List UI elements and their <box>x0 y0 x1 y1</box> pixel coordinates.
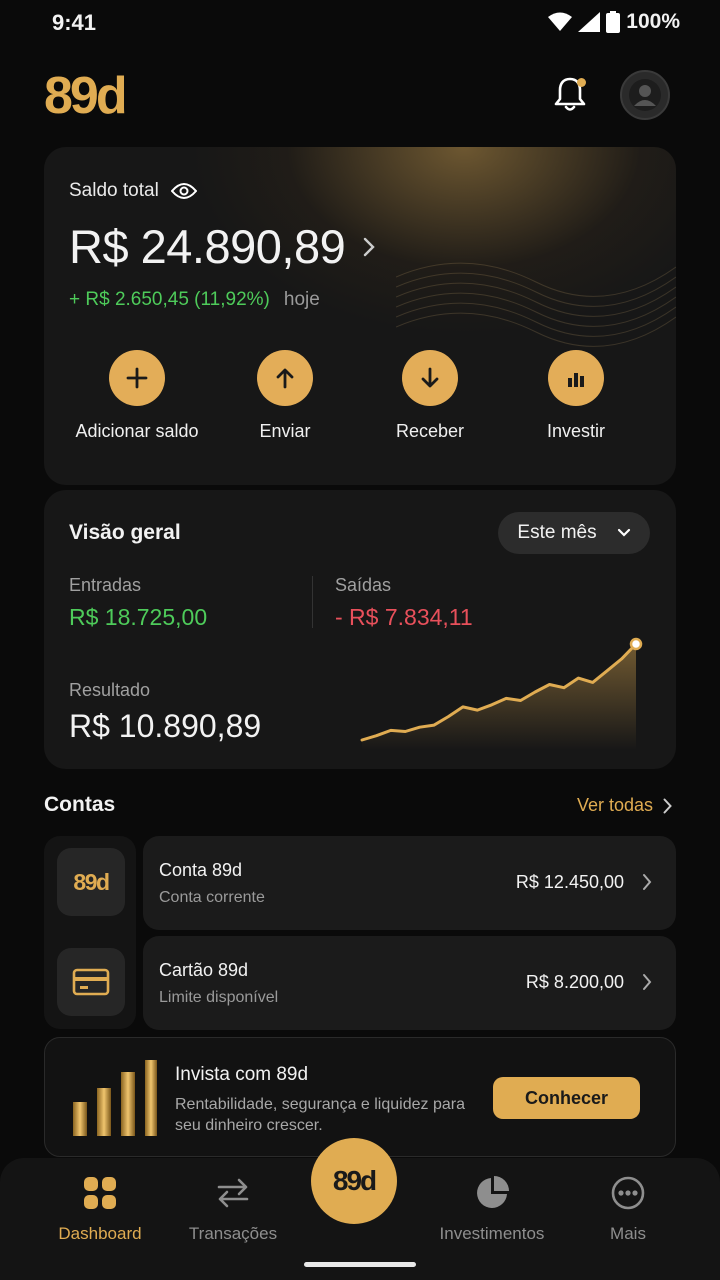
account-value: R$ 8.200,00 <box>525 972 624 992</box>
center-action-button[interactable]: 89d <box>311 1138 397 1224</box>
account-value: R$ 12.450,00 <box>515 872 624 892</box>
chevron-down-icon <box>617 528 630 537</box>
overview-card: Visão geral Este mês Entradas R$ 18.725,… <box>44 490 676 769</box>
balance-change-period: hoje <box>283 289 320 310</box>
card-icon <box>57 948 125 1016</box>
eye-icon[interactable] <box>170 182 197 200</box>
send-label: Enviar <box>259 421 311 441</box>
invest-label: Investir <box>546 421 606 441</box>
balance-change: + R$ 2.650,45 (11,92%) hoje <box>69 289 320 311</box>
chevron-right-icon <box>643 974 652 990</box>
nav-investments[interactable]: Investimentos <box>422 1174 562 1244</box>
status-bar: 9:41 100% <box>0 0 720 44</box>
grid-icon <box>30 1174 170 1212</box>
sparkline-end-dot <box>629 637 643 651</box>
account-type: Conta corrente <box>159 889 265 906</box>
overview-title: Visão geral <box>69 521 181 544</box>
nav-more[interactable]: Mais <box>558 1174 698 1244</box>
divider <box>312 576 313 628</box>
receive-button[interactable]: Receber <box>365 350 495 442</box>
invest-description: Rentabilidade, segurança e liquidez para… <box>175 1096 465 1134</box>
invest-title: Invista com 89d <box>175 1064 309 1085</box>
account-type: Limite disponível <box>159 989 279 1006</box>
arrow-down-icon <box>402 350 458 406</box>
swap-icon <box>163 1174 303 1212</box>
wifi-icon <box>548 12 573 31</box>
balance-label-text: Saldo total <box>69 180 159 201</box>
notifications-button[interactable] <box>548 72 592 116</box>
add-balance-button[interactable]: Adicionar saldo <box>72 350 202 442</box>
decorative-waves <box>396 262 676 347</box>
add-balance-label: Adicionar saldo <box>75 421 199 441</box>
home-indicator <box>304 1262 416 1267</box>
chevron-right-icon <box>643 874 652 890</box>
account-logo-icon: 89d <box>57 848 125 916</box>
period-dropdown[interactable]: Este mês <box>498 512 650 554</box>
signal-icon <box>578 12 601 32</box>
sparkline-area <box>362 644 636 750</box>
receive-label: Receber <box>395 421 465 441</box>
nav-more-label: Mais <box>610 1224 646 1243</box>
nav-dashboard-label: Dashboard <box>58 1224 142 1243</box>
accounts-icon-rail: 89d <box>44 836 136 1029</box>
nav-transactions[interactable]: Transações <box>163 1174 303 1244</box>
more-icon <box>558 1174 698 1212</box>
status-time: 9:41 <box>52 10 97 35</box>
account-row-card[interactable]: Cartão 89d Limite disponível R$ 8.200,00 <box>143 936 676 1030</box>
balance-change-value: + R$ 2.650,45 (11,92%) <box>69 289 270 310</box>
account-name: Conta 89d <box>159 860 243 880</box>
battery-level: 100% <box>626 10 680 33</box>
nav-dashboard[interactable]: Dashboard <box>30 1174 170 1244</box>
user-icon <box>629 79 661 111</box>
income-label: Entradas <box>69 575 142 595</box>
period-value: Este mês <box>517 522 597 543</box>
result-value: R$ 10.890,89 <box>69 708 262 744</box>
bar-chart-icon <box>548 350 604 406</box>
accounts-title: Contas <box>44 793 116 816</box>
status-icons: 100% <box>548 10 680 34</box>
account-name: Cartão 89d <box>159 960 249 980</box>
invest-button[interactable]: Investir <box>511 350 641 442</box>
profile-avatar[interactable] <box>620 70 670 120</box>
nav-investments-label: Investimentos <box>439 1224 545 1243</box>
balance-value: R$ 24.890,89 <box>69 220 346 273</box>
trend-sparkline <box>360 637 643 750</box>
balance-card: Saldo total R$ 24.890,89 + R$ 2.650,45 (… <box>44 147 676 485</box>
income-value: R$ 18.725,00 <box>69 604 208 630</box>
pie-icon <box>422 1174 562 1212</box>
see-all-link[interactable]: Ver todas <box>577 795 672 816</box>
notification-dot <box>577 78 586 87</box>
balance-label: Saldo total <box>69 180 197 202</box>
plus-icon <box>109 350 165 406</box>
chevron-right-icon <box>364 237 375 256</box>
app-logo: 89d <box>44 67 128 125</box>
chevron-right-icon <box>663 798 672 813</box>
send-button[interactable]: Enviar <box>220 350 350 442</box>
expenses-value: - R$ 7.834,11 <box>335 604 473 630</box>
battery-icon <box>606 11 621 33</box>
account-row-checking[interactable]: Conta 89d Conta corrente R$ 12.450,00 <box>143 836 676 930</box>
nav-transactions-label: Transações <box>188 1224 278 1243</box>
result-label: Resultado <box>69 680 151 700</box>
expenses-label: Saídas <box>335 575 392 595</box>
see-all-label: Ver todas <box>576 795 653 815</box>
balance-value-row[interactable]: R$ 24.890,89 <box>69 219 375 274</box>
gold-bars-illustration <box>73 1060 157 1136</box>
arrow-up-icon <box>257 350 313 406</box>
account-logo-text: 89d <box>73 868 110 895</box>
learn-more-button[interactable]: Conhecer <box>493 1077 640 1119</box>
